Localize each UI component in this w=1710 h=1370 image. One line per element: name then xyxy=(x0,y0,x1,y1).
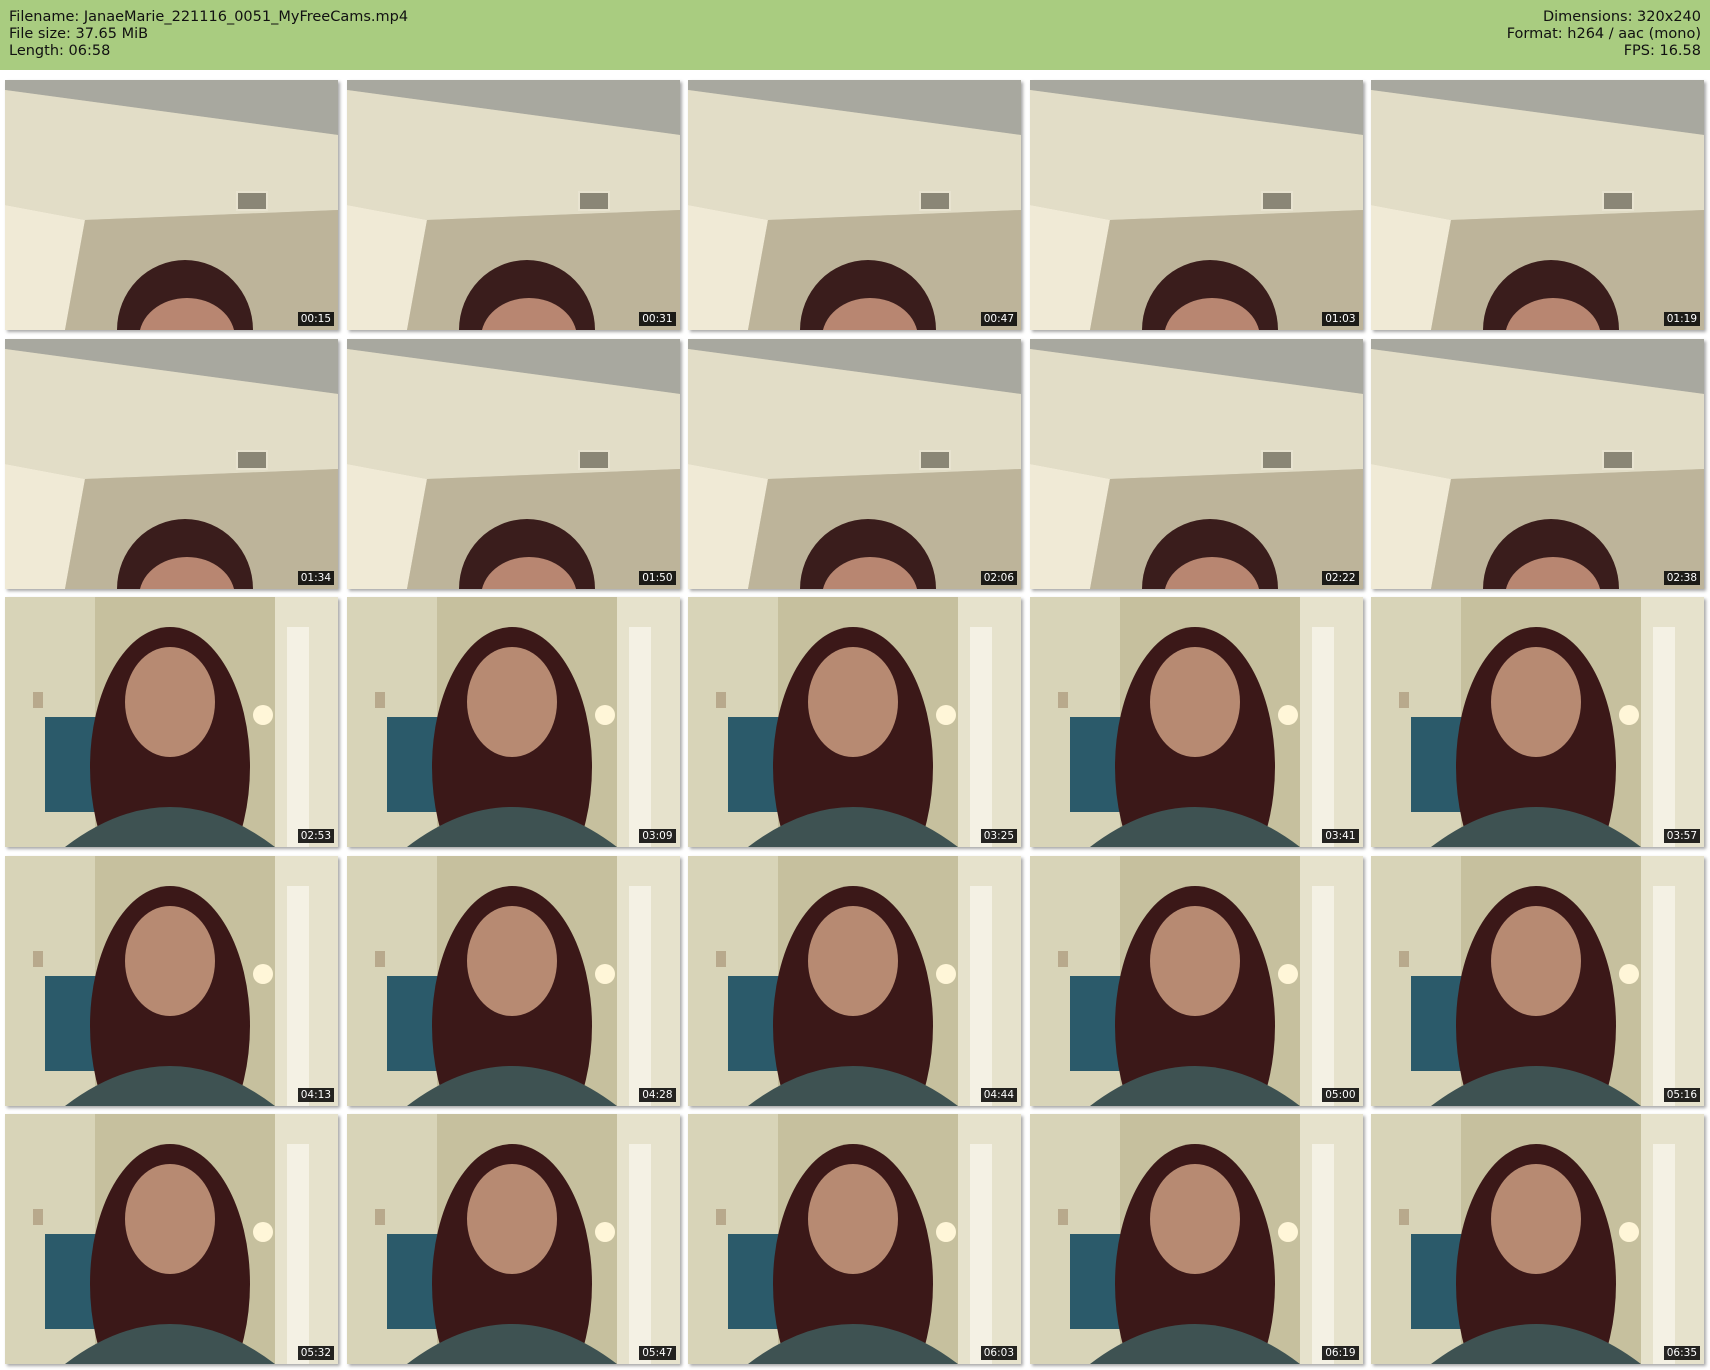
video-thumbnail: 02:22 xyxy=(1029,338,1363,589)
frame-image xyxy=(1371,338,1704,589)
video-thumbnail: 01:03 xyxy=(1029,80,1363,330)
video-thumbnail: 03:25 xyxy=(688,597,1021,847)
frame-image xyxy=(346,855,680,1106)
video-thumbnail: 02:06 xyxy=(688,338,1021,589)
info-right: Dimensions: 320x240 Format: h264 / aac (… xyxy=(1507,9,1701,60)
video-thumbnail: 03:09 xyxy=(346,597,680,847)
info-left: Filename: JanaeMarie_221116_0051_MyFreeC… xyxy=(9,9,408,60)
video-thumbnail: 00:47 xyxy=(688,80,1021,330)
info-header: Filename: JanaeMarie_221116_0051_MyFreeC… xyxy=(0,0,1710,70)
timestamp-label: 04:44 xyxy=(980,1087,1017,1102)
frame-image xyxy=(346,338,680,589)
frame-image xyxy=(5,855,338,1106)
timestamp-label: 03:09 xyxy=(639,829,676,843)
frame-image xyxy=(1371,597,1704,847)
timestamp-label: 02:53 xyxy=(297,829,334,843)
video-thumbnail: 01:50 xyxy=(346,338,680,589)
frame-image xyxy=(688,855,1021,1106)
video-thumbnail: 04:44 xyxy=(688,855,1021,1106)
timestamp-label: 02:22 xyxy=(1322,570,1359,585)
timestamp-label: 01:34 xyxy=(297,570,334,585)
frame-image xyxy=(688,1114,1021,1364)
frame-image xyxy=(1029,1114,1363,1364)
timestamp-label: 03:41 xyxy=(1322,829,1359,843)
frame-image xyxy=(1029,80,1363,330)
timestamp-label: 01:19 xyxy=(1663,312,1700,326)
timestamp-label: 05:16 xyxy=(1663,1087,1700,1102)
frame-image xyxy=(1371,80,1704,330)
timestamp-label: 03:57 xyxy=(1663,829,1700,843)
video-thumbnail: 01:19 xyxy=(1371,80,1704,330)
frame-image xyxy=(688,597,1021,847)
fps-text: FPS: 16.58 xyxy=(1623,43,1701,59)
video-thumbnail: 04:13 xyxy=(5,855,338,1106)
length-text: Length: 06:58 xyxy=(9,43,111,59)
timestamp-label: 05:47 xyxy=(639,1346,676,1360)
filename-text: Filename: JanaeMarie_221116_0051_MyFreeC… xyxy=(9,9,409,25)
format-text: Format: h264 / aac (mono) xyxy=(1506,26,1701,42)
video-thumbnail: 06:35 xyxy=(1371,1114,1704,1364)
timestamp-label: 02:38 xyxy=(1663,570,1700,585)
frame-image xyxy=(5,597,338,847)
timestamp-label: 06:35 xyxy=(1663,1346,1700,1360)
video-thumbnail: 00:15 xyxy=(5,80,338,330)
timestamp-label: 06:19 xyxy=(1322,1346,1359,1360)
video-thumbnail: 05:00 xyxy=(1029,855,1363,1106)
timestamp-label: 01:50 xyxy=(639,570,676,585)
video-thumbnail: 03:41 xyxy=(1029,597,1363,847)
video-thumbnail: 05:16 xyxy=(1371,855,1704,1106)
frame-image xyxy=(5,1114,338,1364)
dimensions-text: Dimensions: 320x240 xyxy=(1542,9,1701,25)
timestamp-label: 00:47 xyxy=(980,312,1017,326)
video-thumbnail: 05:32 xyxy=(5,1114,338,1364)
file-size-text: File size: 37.65 MiB xyxy=(9,26,149,42)
frame-image xyxy=(346,1114,680,1364)
thumbnail-grid: 00:15 00:31 00:47 01:03 01:19 01:34 01:5… xyxy=(0,78,1710,1370)
frame-image xyxy=(5,338,338,589)
timestamp-label: 00:31 xyxy=(639,312,676,326)
video-thumbnail: 04:28 xyxy=(346,855,680,1106)
video-thumbnail: 02:38 xyxy=(1371,338,1704,589)
timestamp-label: 05:32 xyxy=(297,1346,334,1360)
timestamp-label: 04:28 xyxy=(639,1087,676,1102)
video-thumbnail: 06:19 xyxy=(1029,1114,1363,1364)
frame-image xyxy=(1371,1114,1704,1364)
timestamp-label: 04:13 xyxy=(297,1087,334,1102)
frame-image xyxy=(346,80,680,330)
video-thumbnail: 02:53 xyxy=(5,597,338,847)
frame-image xyxy=(1371,855,1704,1106)
frame-image xyxy=(5,80,338,330)
frame-image xyxy=(346,597,680,847)
video-thumbnail: 05:47 xyxy=(346,1114,680,1364)
video-thumbnail: 06:03 xyxy=(688,1114,1021,1364)
frame-image xyxy=(1029,597,1363,847)
timestamp-label: 06:03 xyxy=(980,1346,1017,1360)
timestamp-label: 05:00 xyxy=(1322,1087,1359,1102)
frame-image xyxy=(1029,855,1363,1106)
video-thumbnail: 00:31 xyxy=(346,80,680,330)
timestamp-label: 03:25 xyxy=(980,829,1017,843)
video-thumbnail: 03:57 xyxy=(1371,597,1704,847)
frame-image xyxy=(1029,338,1363,589)
video-thumbnail: 01:34 xyxy=(5,338,338,589)
frame-image xyxy=(688,338,1021,589)
timestamp-label: 02:06 xyxy=(980,570,1017,585)
timestamp-label: 01:03 xyxy=(1322,312,1359,326)
frame-image xyxy=(688,80,1021,330)
timestamp-label: 00:15 xyxy=(297,312,334,326)
